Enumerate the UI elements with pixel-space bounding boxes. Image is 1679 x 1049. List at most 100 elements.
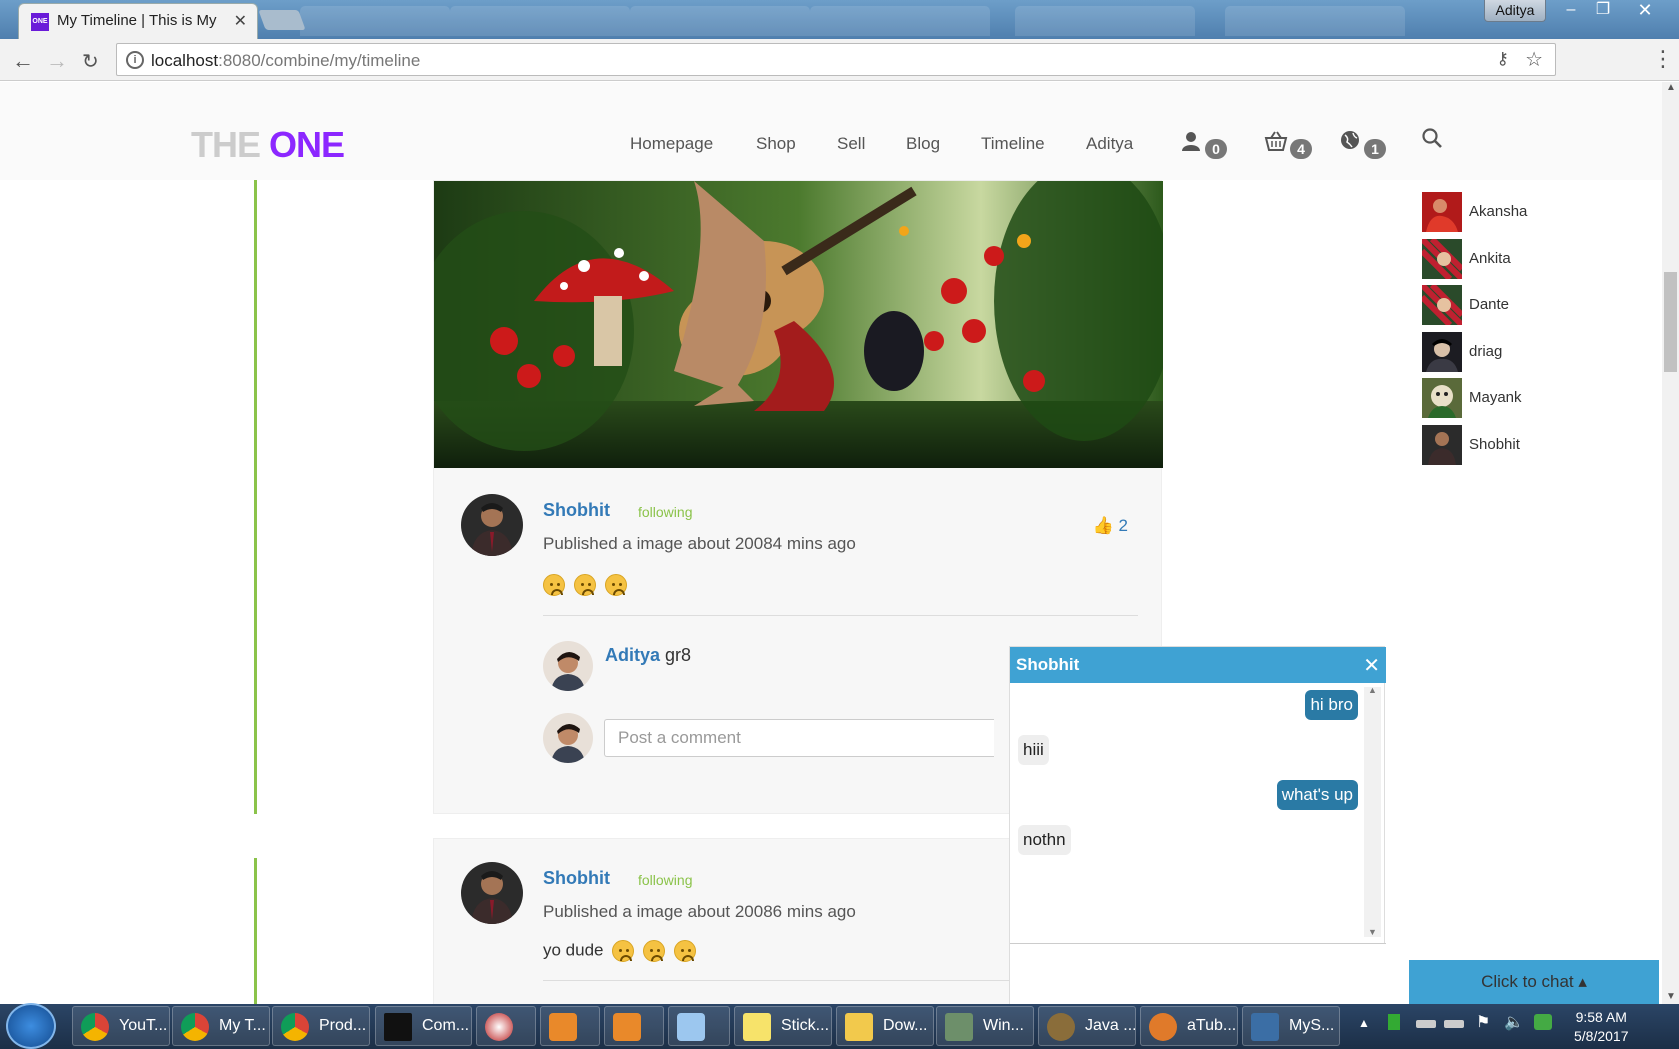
taskbar-item[interactable]: Java ... (1038, 1006, 1136, 1046)
background-tab[interactable] (810, 6, 990, 36)
comment-input[interactable]: Post a comment (604, 719, 994, 757)
bookmark-star-icon[interactable]: ☆ (1525, 47, 1543, 72)
basket-icon[interactable] (1264, 130, 1288, 158)
notifications-count-badge: 1 (1364, 139, 1386, 159)
close-window-icon[interactable]: ✕ (1620, 0, 1670, 22)
nav-blog[interactable]: Blog (906, 134, 940, 154)
scroll-up-icon[interactable]: ▲ (1368, 685, 1377, 695)
nav-sell[interactable]: Sell (837, 134, 865, 154)
search-icon[interactable] (1422, 128, 1442, 148)
taskbar-item[interactable]: My T... (172, 1006, 270, 1046)
scrollbar-thumb[interactable] (1664, 272, 1677, 372)
chat-message-received: nothn (1018, 825, 1071, 855)
key-icon[interactable]: ⚷ (1497, 49, 1509, 69)
timeline-line (254, 180, 257, 814)
chat-header[interactable]: Shobhit ✕ (1010, 647, 1386, 683)
site-logo[interactable]: THE ONE (191, 124, 345, 166)
nav-timeline[interactable]: Timeline (981, 134, 1045, 154)
chat-scrollbar[interactable]: ▲ ▼ (1364, 685, 1381, 937)
nvidia-icon[interactable] (1534, 1014, 1552, 1030)
tray-drive-icon[interactable] (1416, 1020, 1436, 1028)
click-to-chat-button[interactable]: Click to chat ▴ (1409, 960, 1659, 1004)
info-icon[interactable]: i (126, 51, 144, 69)
contact-name: Shobhit (1469, 436, 1520, 453)
restore-icon[interactable]: ❐ (1588, 0, 1618, 22)
tray-drive-icon[interactable] (1444, 1020, 1464, 1028)
taskbar-item[interactable] (540, 1006, 600, 1046)
terminal-icon (384, 1013, 412, 1041)
taskbar-item[interactable]: YouT... (72, 1006, 170, 1046)
comment-author[interactable]: Aditya (605, 645, 660, 665)
tab-active[interactable]: ONE My Timeline | This is My ✕ (18, 3, 258, 39)
post-author[interactable]: Shobhit (543, 868, 610, 889)
scroll-down-icon[interactable]: ▼ (1666, 991, 1676, 1002)
contact-name: Ankita (1469, 250, 1511, 267)
avatar[interactable] (543, 641, 593, 691)
chat-message-received: hiii (1018, 735, 1049, 765)
page-scrollbar[interactable]: ▲ ▼ (1662, 82, 1679, 1004)
worried-face-icon (605, 574, 627, 596)
chat-close-icon[interactable]: ✕ (1363, 653, 1380, 678)
friends-icon[interactable] (1180, 130, 1202, 158)
like-button[interactable]: 👍 2 (1093, 516, 1128, 536)
chat-message-input[interactable] (1010, 943, 1386, 1004)
taskbar-item[interactable]: Com... (375, 1006, 472, 1046)
mysql-workbench-icon (1251, 1013, 1279, 1041)
url-text: localhost:8080/combine/my/timeline (151, 51, 421, 70)
sticky-notes-icon (743, 1013, 771, 1041)
nav-homepage[interactable]: Homepage (630, 134, 713, 154)
profile-button[interactable]: Aditya (1484, 0, 1546, 22)
worried-face-icon (612, 940, 635, 962)
follow-status[interactable]: following (638, 504, 692, 520)
taskbar-item[interactable]: Stick... (734, 1006, 832, 1046)
tray-app-icon[interactable] (1388, 1014, 1400, 1030)
contact-avatar (1422, 378, 1462, 418)
tab-close-icon[interactable]: ✕ (234, 11, 247, 31)
system-clock[interactable]: 9:58 AM 5/8/2017 (1574, 1008, 1629, 1046)
scroll-up-icon[interactable]: ▲ (1666, 82, 1676, 93)
start-button[interactable] (6, 1003, 56, 1049)
site-header: THE ONE Homepage Shop Sell Blog Timeline… (0, 82, 1662, 180)
forward-icon[interactable]: → (46, 48, 68, 74)
page-content: THE ONE Homepage Shop Sell Blog Timeline… (0, 82, 1662, 1004)
clock-time: 9:58 AM (1575, 1009, 1627, 1025)
browser-menu-icon[interactable]: ⋮ (1652, 46, 1674, 72)
taskbar-item[interactable]: Win... (936, 1006, 1034, 1046)
background-tab[interactable] (630, 6, 810, 36)
nav-profile[interactable]: Aditya (1086, 134, 1133, 154)
address-bar[interactable]: i localhost:8080/combine/my/timeline ⚷ ☆ (116, 43, 1556, 76)
back-icon[interactable]: ← (12, 48, 34, 74)
browser-titlebar: ONE My Timeline | This is My ✕ Aditya ‒ … (0, 0, 1679, 39)
post-text: yo dude (543, 940, 705, 962)
globe-icon[interactable] (1340, 130, 1360, 156)
scroll-down-icon[interactable]: ▼ (1368, 927, 1377, 937)
network-icon[interactable]: ⚑ (1476, 1012, 1490, 1032)
chrome-icon (281, 1013, 309, 1041)
avatar[interactable] (461, 862, 523, 924)
minimize-icon[interactable]: ‒ (1556, 0, 1586, 22)
taskbar-item[interactable]: Prod... (272, 1006, 370, 1046)
background-tab[interactable] (1015, 6, 1195, 36)
background-tab[interactable] (300, 6, 450, 36)
new-tab-button[interactable] (258, 10, 306, 30)
taskbar-item[interactable]: aTub... (1140, 1006, 1238, 1046)
reload-icon[interactable]: ↻ (82, 49, 99, 74)
follow-status[interactable]: following (638, 872, 692, 888)
post-author[interactable]: Shobhit (543, 500, 610, 521)
post-image[interactable] (434, 181, 1163, 468)
taskbar-item[interactable] (604, 1006, 664, 1046)
folder-icon (845, 1013, 873, 1041)
taskbar-item[interactable]: MyS... (1242, 1006, 1340, 1046)
comment: Aditya gr8 (605, 645, 691, 666)
background-tab[interactable] (1225, 6, 1405, 36)
worried-face-icon (543, 574, 565, 596)
taskbar-item[interactable]: Dow... (836, 1006, 934, 1046)
avatar[interactable] (461, 494, 523, 556)
taskbar-item[interactable] (668, 1006, 730, 1046)
background-tab[interactable] (450, 6, 630, 36)
volume-icon[interactable]: 🔈 (1504, 1012, 1524, 1032)
taskbar-item[interactable] (476, 1006, 536, 1046)
contact-avatar (1422, 332, 1462, 372)
nav-shop[interactable]: Shop (756, 134, 796, 154)
tray-expand-icon[interactable]: ▲ (1358, 1016, 1370, 1030)
